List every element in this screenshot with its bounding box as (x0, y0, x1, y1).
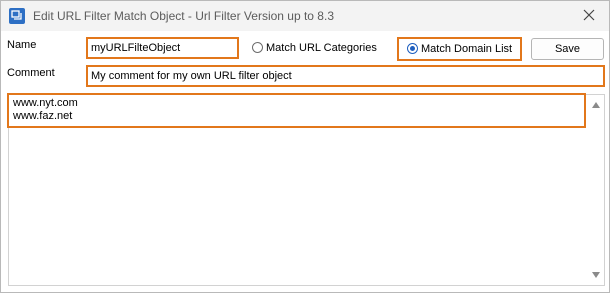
vertical-scrollbar[interactable] (589, 96, 603, 284)
domain-line: www.nyt.com (13, 97, 78, 109)
radio-match-domain-list[interactable] (407, 43, 418, 54)
name-label: Name (7, 39, 37, 51)
scroll-up-icon[interactable] (592, 102, 600, 108)
domain-list-highlight: www.nyt.com www.faz.net (7, 93, 586, 128)
save-button[interactable]: Save (531, 38, 604, 60)
radio-match-url-categories-label[interactable]: Match URL Categories (266, 42, 377, 54)
radio-match-url-categories[interactable] (252, 42, 263, 53)
window-title: Edit URL Filter Match Object - Url Filte… (33, 9, 334, 23)
close-icon[interactable] (581, 7, 597, 23)
name-input-value: myURLFilteObject (91, 42, 181, 54)
radio-match-domain-list-label[interactable]: Match Domain List (421, 43, 512, 55)
comment-input-value: My comment for my own URL filter object (91, 70, 292, 82)
scroll-down-icon[interactable] (592, 272, 600, 278)
title-bar: Edit URL Filter Match Object - Url Filte… (1, 1, 609, 31)
match-domain-list-option[interactable]: Match Domain List (397, 37, 522, 61)
domain-line: www.faz.net (13, 110, 73, 122)
comment-label: Comment (7, 67, 55, 79)
filter-app-icon (9, 8, 25, 24)
name-input[interactable]: myURLFilteObject (86, 37, 239, 59)
comment-input[interactable]: My comment for my own URL filter object (86, 65, 605, 87)
domain-list-lines: www.nyt.com www.faz.net (13, 97, 78, 123)
edit-url-filter-dialog: Edit URL Filter Match Object - Url Filte… (0, 0, 610, 293)
